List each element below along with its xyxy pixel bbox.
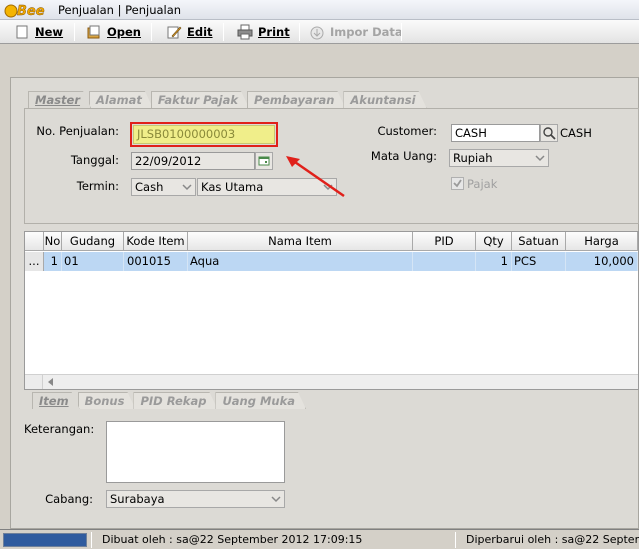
import-icon bbox=[309, 24, 325, 40]
scrollbar-corner bbox=[25, 375, 43, 389]
termin-select[interactable]: Cash bbox=[131, 178, 196, 196]
cell-qty[interactable]: 1 bbox=[476, 252, 512, 271]
tanggal-field[interactable]: 22/09/2012 bbox=[131, 152, 255, 170]
customer-search-button[interactable] bbox=[540, 124, 558, 142]
printer-icon bbox=[237, 24, 253, 40]
mata-uang-select[interactable]: Rupiah bbox=[449, 149, 549, 167]
print-button-label: Print bbox=[258, 25, 290, 39]
tab-bonus[interactable]: Bonus bbox=[78, 392, 136, 409]
bottom-tab-bar: Item Bonus PID Rekap Uang Muka bbox=[32, 392, 304, 410]
bee-logo: Bee bbox=[4, 4, 45, 18]
termin-value: Cash bbox=[135, 180, 164, 194]
dibuat-oleh-text: Dibuat oleh : sa@22 September 2012 17:09… bbox=[102, 533, 363, 546]
cell-pid[interactable] bbox=[413, 252, 476, 271]
scroll-left-icon[interactable] bbox=[46, 377, 56, 387]
status-bar: Dibuat oleh : sa@22 September 2012 17:09… bbox=[0, 529, 639, 549]
cabang-label: Cabang: bbox=[45, 492, 93, 506]
edit-button[interactable]: Edit bbox=[166, 23, 213, 41]
tab-akuntansi[interactable]: Akuntansi bbox=[343, 91, 426, 108]
tab-faktur-pajak[interactable]: Faktur Pajak bbox=[151, 91, 249, 108]
pajak-checkbox[interactable] bbox=[451, 177, 464, 190]
termin-label: Termin: bbox=[76, 179, 119, 193]
edit-pencil-icon bbox=[166, 24, 182, 40]
status-separator bbox=[455, 532, 456, 548]
pajak-label: Pajak bbox=[467, 177, 498, 191]
no-penjualan-label: No. Penjualan: bbox=[36, 124, 119, 138]
keterangan-label: Keterangan: bbox=[24, 422, 95, 436]
column-header-pid[interactable]: PID bbox=[413, 232, 476, 251]
cabang-select[interactable]: Surabaya bbox=[106, 490, 285, 508]
top-tab-bar: Master Alamat Faktur Pajak Pembayaran Ak… bbox=[28, 91, 425, 109]
tab-item[interactable]: Item bbox=[32, 392, 80, 409]
checkmark-icon bbox=[453, 179, 462, 188]
tab-pid-rekap[interactable]: PID Rekap bbox=[133, 392, 217, 409]
customer-name: CASH bbox=[560, 126, 592, 140]
toolbar-separator bbox=[223, 23, 224, 41]
cell-kode-item[interactable]: 001015 bbox=[124, 252, 188, 271]
mata-uang-label: Mata Uang: bbox=[370, 149, 437, 163]
tab-uang-muka[interactable]: Uang Muka bbox=[215, 392, 306, 409]
open-button-label: Open bbox=[107, 25, 141, 39]
toolbar-separator bbox=[74, 23, 75, 41]
new-button[interactable]: New bbox=[14, 23, 63, 41]
akun-kas-value: Kas Utama bbox=[201, 180, 264, 194]
customer-code-field[interactable]: CASH bbox=[451, 124, 540, 142]
status-separator bbox=[91, 532, 92, 548]
column-header-gudang[interactable]: Gudang bbox=[62, 232, 124, 251]
column-header-no[interactable]: No bbox=[44, 232, 62, 251]
chevron-down-icon bbox=[535, 155, 545, 162]
item-grid: No Gudang Kode Item Nama Item PID Qty Sa… bbox=[24, 231, 639, 390]
cell-satuan[interactable]: PCS bbox=[512, 252, 566, 271]
cabang-value: Surabaya bbox=[110, 492, 165, 506]
calendar-icon bbox=[258, 156, 270, 166]
toolbar: New Open Edit Print Impor Data bbox=[0, 20, 639, 44]
toolbar-separator bbox=[299, 23, 300, 41]
print-button[interactable]: Print bbox=[237, 23, 290, 41]
diperbarui-oleh-text: Diperbarui oleh : sa@22 September bbox=[466, 533, 639, 546]
column-header-harga[interactable]: Harga bbox=[566, 232, 638, 251]
mata-uang-value: Rupiah bbox=[453, 151, 493, 165]
edit-button-label: Edit bbox=[187, 25, 213, 39]
search-icon bbox=[543, 127, 556, 140]
tab-pembayaran[interactable]: Pembayaran bbox=[247, 91, 345, 108]
grid-header-corner bbox=[25, 232, 44, 251]
chevron-down-icon bbox=[182, 184, 192, 191]
svg-text:Bee: Bee bbox=[17, 4, 45, 18]
column-header-qty[interactable]: Qty bbox=[476, 232, 512, 251]
new-button-label: New bbox=[35, 25, 64, 39]
horizontal-scrollbar[interactable] bbox=[25, 374, 638, 389]
no-penjualan-field[interactable]: JLSB0100000003 bbox=[133, 125, 275, 144]
customer-label: Customer: bbox=[377, 124, 437, 138]
chevron-down-icon bbox=[271, 496, 281, 503]
toolbar-separator bbox=[401, 23, 402, 41]
cell-harga[interactable]: 10,000 bbox=[566, 252, 638, 271]
tanggal-label: Tanggal: bbox=[70, 153, 119, 167]
open-button[interactable]: Open bbox=[86, 23, 141, 41]
progress-indicator bbox=[3, 533, 87, 547]
toolbar-separator bbox=[151, 23, 152, 41]
cell-no[interactable]: 1 bbox=[44, 252, 62, 271]
column-header-satuan[interactable]: Satuan bbox=[512, 232, 566, 251]
date-picker-button[interactable] bbox=[255, 152, 273, 170]
import-data-label: Impor Data bbox=[330, 25, 403, 39]
tab-master[interactable]: Master bbox=[28, 91, 91, 108]
column-header-nama-item[interactable]: Nama Item bbox=[188, 232, 413, 251]
title-bar: Bee Penjualan | Penjualan bbox=[0, 0, 639, 20]
import-data-button[interactable]: Impor Data bbox=[309, 23, 403, 41]
open-icon bbox=[86, 24, 102, 40]
row-marker[interactable]: ... bbox=[25, 252, 44, 271]
tab-alamat[interactable]: Alamat bbox=[89, 91, 153, 108]
window-title: Penjualan | Penjualan bbox=[58, 3, 182, 17]
column-header-kode-item[interactable]: Kode Item bbox=[124, 232, 188, 251]
cell-gudang[interactable]: 01 bbox=[62, 252, 124, 271]
new-document-icon bbox=[14, 24, 30, 40]
cell-nama-item[interactable]: Aqua bbox=[188, 252, 413, 271]
keterangan-textarea[interactable] bbox=[106, 421, 285, 483]
